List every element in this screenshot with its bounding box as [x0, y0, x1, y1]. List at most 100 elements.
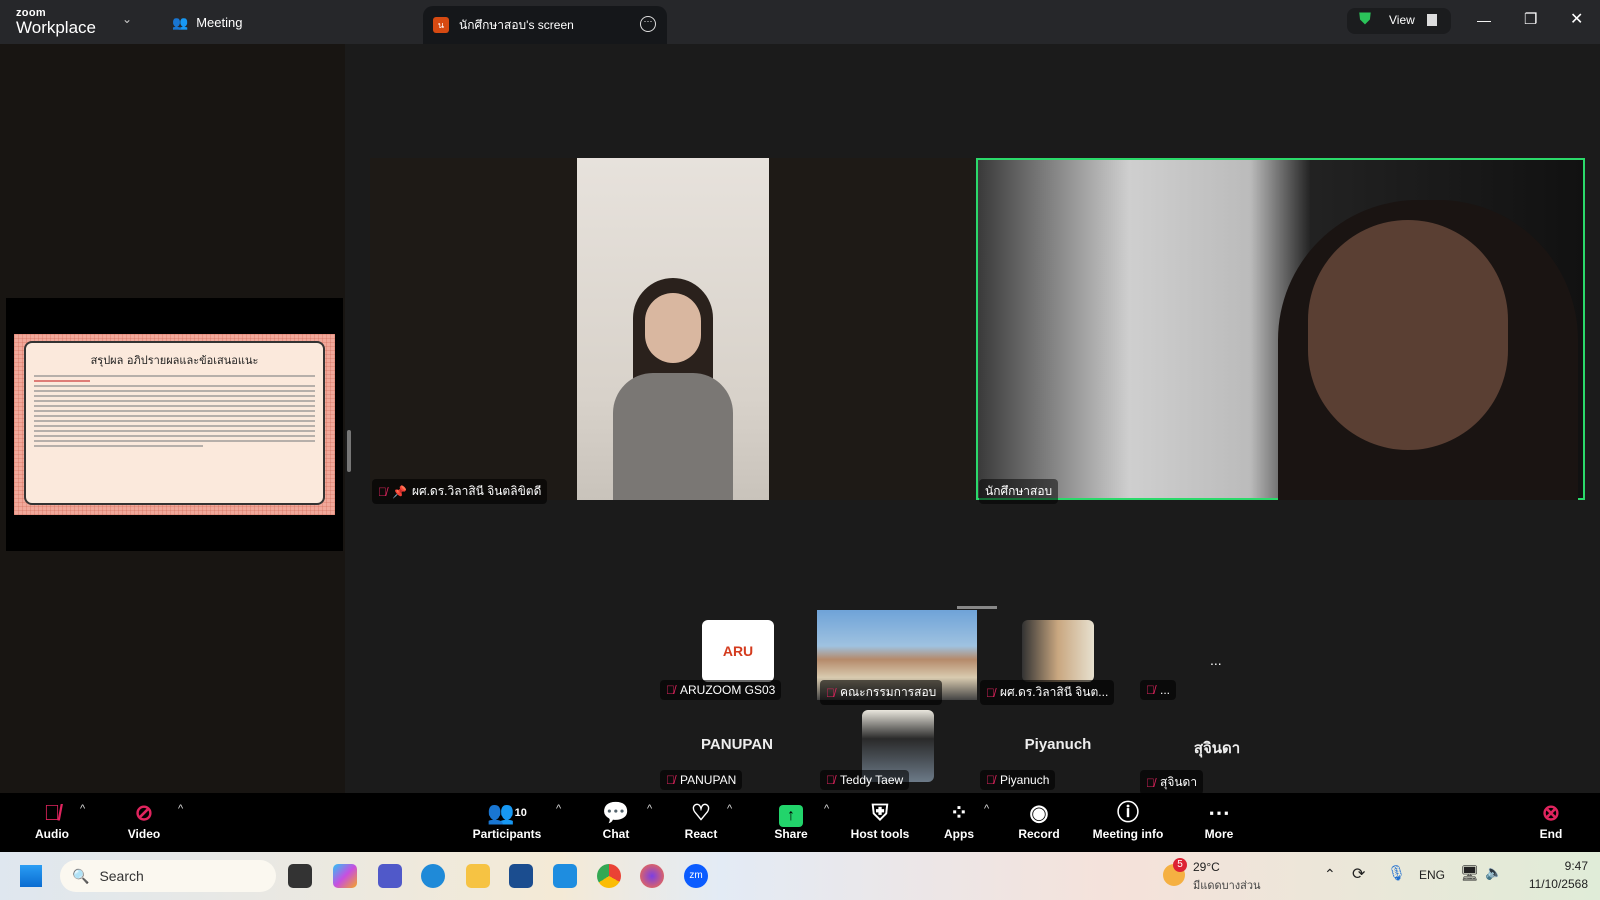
video-options-caret-icon[interactable]: ^: [178, 803, 183, 815]
edge-icon[interactable]: [421, 864, 445, 888]
firefox-icon[interactable]: [640, 864, 664, 888]
sharer-avatar: น: [433, 17, 449, 33]
gallery-name-label: 🎙̸Piyanuch: [980, 770, 1055, 790]
apps-button[interactable]: ⁘Apps: [914, 799, 1004, 841]
gallery-name-label: 🎙̸ คณะกรรมการสอบ: [820, 680, 942, 705]
more-icon: ⋯: [1174, 799, 1264, 827]
participants-count: 10: [515, 807, 527, 819]
muted-mic-icon: 🎙̸: [826, 686, 835, 700]
app-menu-chevron-icon[interactable]: ⌄: [122, 12, 132, 26]
shared-slide: สรุปผล อภิปรายผลและข้อเสนอแนะ: [14, 334, 335, 515]
video-name-label: 🎙̸📌ผศ.ดร.วิลาสินี จินตลิขิตดี: [372, 479, 547, 504]
sync-icon[interactable]: ⟳: [1352, 864, 1365, 884]
copilot-icon[interactable]: [333, 864, 357, 888]
meeting-tab[interactable]: 👥 Meeting: [172, 15, 242, 31]
share-button[interactable]: ↑Share: [746, 799, 836, 841]
participant-name: นักศึกษาสอบ: [985, 482, 1052, 501]
end-icon: ⊗: [1506, 799, 1596, 827]
share-caret-icon[interactable]: ^: [824, 803, 829, 815]
info-icon: ⓘ: [1083, 799, 1173, 827]
record-button[interactable]: ◉Record: [994, 799, 1084, 841]
muted-mic-icon: 🎙̸: [666, 683, 675, 697]
mail-icon[interactable]: [553, 864, 577, 888]
encryption-shield-icon: ⛊: [1359, 11, 1371, 29]
weather-temp: 29°C: [1193, 860, 1220, 874]
participant-name: สุจินดา: [1160, 773, 1197, 792]
gallery-name-label: 🎙̸...: [1140, 680, 1176, 700]
microphone-icon[interactable]: 🎙: [1387, 864, 1406, 882]
more-options-icon[interactable]: ···: [640, 16, 656, 32]
gallery-name-label: 🎙̸ ผศ.ดร.วิลาสินี จินต...: [980, 680, 1114, 705]
teams-icon[interactable]: [378, 864, 402, 888]
view-button[interactable]: ⛊ View: [1347, 8, 1451, 34]
participant-name: PANUPAN: [680, 773, 736, 787]
meeting-info-label: Meeting info: [1083, 827, 1173, 841]
video-label: Video: [99, 827, 189, 841]
react-caret-icon[interactable]: ^: [727, 803, 732, 815]
react-button[interactable]: ♡React: [656, 799, 746, 841]
chrome-icon[interactable]: [597, 864, 621, 888]
language-indicator[interactable]: ENG: [1419, 868, 1445, 882]
share-arrow-icon: ↑: [746, 799, 836, 827]
video-tile-active-speaker[interactable]: [976, 158, 1585, 500]
video-button[interactable]: ⊘Video: [99, 799, 189, 841]
host-tools-button[interactable]: ⛨Host tools: [835, 799, 925, 841]
zoom-taskbar-icon[interactable]: zm: [684, 864, 708, 888]
start-button[interactable]: [20, 865, 42, 887]
more-button[interactable]: ⋯More: [1174, 799, 1264, 841]
more-participant-icon[interactable]: ...: [1210, 652, 1222, 668]
gallery-scroll-indicator[interactable]: [957, 606, 997, 609]
audio-label: Audio: [7, 827, 97, 841]
close-button[interactable]: ✕: [1570, 9, 1583, 29]
participant-name: ผศ.ดร.วิลาสินี จินตลิขิตดี: [412, 482, 541, 501]
participants-caret-icon[interactable]: ^: [556, 803, 561, 815]
show-hidden-icons[interactable]: ⌃: [1324, 866, 1336, 883]
slide-body-text: [34, 375, 315, 447]
people-icon: 👥: [172, 15, 188, 31]
participant-video-thumb[interactable]: [1022, 620, 1094, 682]
taskbar-search[interactable]: 🔍Search: [60, 860, 276, 892]
participant-name: ...: [1160, 683, 1170, 697]
meeting-label: Meeting: [196, 15, 242, 31]
muted-mic-icon: 🎙̸: [986, 686, 995, 700]
title-bar: zoom Workplace ⌄ 👥Meeting นนักศึกษาสอบ's…: [0, 0, 1600, 44]
muted-mic-icon: 🎙̸: [1146, 683, 1155, 697]
record-label: Record: [994, 827, 1084, 841]
react-label: React: [656, 827, 746, 841]
participant-display-name: Piyanuch: [998, 736, 1118, 753]
panel-resize-handle[interactable]: [347, 430, 351, 472]
volume-icon[interactable]: 🔈: [1485, 864, 1502, 881]
end-label: End: [1506, 827, 1596, 841]
zoom-workplace-logo: Workplace: [16, 18, 96, 38]
shield-icon: ⛨: [835, 799, 925, 827]
end-button[interactable]: ⊗End: [1506, 799, 1596, 841]
audio-options-caret-icon[interactable]: ^: [80, 803, 85, 815]
muted-mic-icon: 🎙̸: [1146, 776, 1155, 790]
clock-time[interactable]: 9:47: [1540, 859, 1588, 873]
meeting-toolbar: 🎙̸Audio ^ ⊘Video ^ 👥10Participants ^ 💬Ch…: [0, 793, 1600, 852]
search-icon: 🔍: [72, 868, 89, 885]
restore-button[interactable]: ❐: [1524, 10, 1537, 28]
participants-button[interactable]: 👥10Participants: [462, 799, 552, 841]
file-explorer-icon[interactable]: [466, 864, 490, 888]
apps-caret-icon[interactable]: ^: [984, 803, 989, 815]
gallery-name-label[interactable]: 🎙̸ ARUZOOM GS03: [660, 680, 781, 700]
network-icon[interactable]: 🖥: [1460, 864, 1479, 882]
task-view-icon[interactable]: [288, 864, 312, 888]
share-screen-tab[interactable]: นนักศึกษาสอบ's screen: [423, 6, 667, 44]
pin-icon: 📌: [392, 485, 407, 499]
minimize-button[interactable]: —: [1477, 12, 1491, 28]
apps-label: Apps: [914, 827, 1004, 841]
windows-taskbar: 🔍Search zm 5 29°C มีแดดบางส่วน ⌃ ⟳ 🎙 ENG…: [0, 852, 1600, 900]
chat-caret-icon[interactable]: ^: [647, 803, 652, 815]
store-icon[interactable]: [509, 864, 533, 888]
meeting-info-button[interactable]: ⓘMeeting info: [1083, 799, 1173, 841]
more-label: More: [1174, 827, 1264, 841]
participant-name: Piyanuch: [1000, 773, 1049, 787]
participant-name: คณะกรรมการสอบ: [840, 683, 936, 702]
participant-name: ARUZOOM GS03: [680, 683, 775, 697]
clock-date[interactable]: 11/10/2568: [1515, 877, 1588, 891]
video-name-label: นักศึกษาสอบ: [979, 479, 1058, 504]
participant-display-name: PANUPAN: [677, 736, 797, 753]
participant-name: ผศ.ดร.วิลาสินี จินต...: [1000, 683, 1108, 702]
